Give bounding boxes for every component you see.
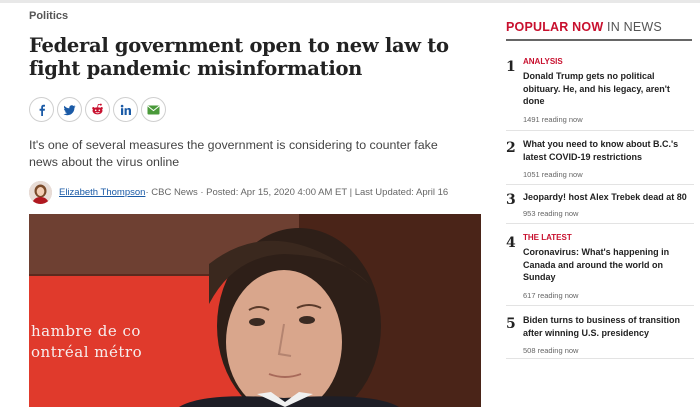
popular-item-headline[interactable]: Jeopardy! host Alex Trebek dead at 80 [523,191,691,204]
sidebar-title: POPULAR NOW IN NEWS [506,20,692,34]
hero-sign-text-1: hambre de co [31,322,141,340]
share-bar [29,97,166,122]
popular-item-count: 1491 reading now [523,114,583,124]
popular-item-divider [506,358,694,359]
sidebar-title-main: POPULAR NOW [506,20,604,34]
popular-item-number: 4 [506,235,516,251]
popular-item-headline[interactable]: Biden turns to business of transition af… [523,314,691,339]
byline: Elizabeth Thompson · CBC News · Posted: … [29,180,448,204]
linkedin-icon [120,104,132,116]
linkedin-share-button[interactable] [113,97,138,122]
facebook-icon [36,104,48,116]
sidebar-title-sub: IN NEWS [603,20,662,34]
popular-item-headline[interactable]: Coronavirus: What's happening in Canada … [523,246,691,284]
popular-item-count: 508 reading now [523,346,579,355]
article-summary: It's one of several measures the governm… [29,138,438,169]
popular-item-number: 3 [506,192,516,208]
popular-item-number: 2 [506,140,516,156]
popular-item-divider [506,305,694,306]
popular-item-divider [506,184,694,185]
facebook-share-button[interactable] [29,97,54,122]
reddit-icon [91,103,104,116]
hero-sign-text-2: ontréal métro [31,343,143,361]
popular-item-number: 5 [506,316,516,332]
popular-item-number: 1 [506,59,516,75]
author-link[interactable]: Elizabeth Thompson [59,187,145,198]
article-headline: Federal government open to new law to fi… [29,34,449,80]
popular-item-count: 953 reading now [523,208,579,218]
hero-image: hambre de co ontréal métro [29,214,481,407]
popular-item-count: 1051 reading now [523,170,583,179]
top-border [0,0,700,3]
category-link[interactable]: Politics [29,10,68,22]
popular-item-divider [506,130,694,131]
twitter-share-button[interactable] [57,97,82,122]
popular-item-count: 617 reading now [523,290,579,300]
popular-now-sidebar: POPULAR NOW IN NEWS 1 ANALYSIS Donald Tr… [506,20,694,359]
email-share-button[interactable] [141,97,166,122]
author-avatar[interactable] [29,180,52,204]
popular-item-headline[interactable]: Donald Trump gets no political obituary.… [523,70,691,108]
popular-item-headline[interactable]: What you need to know about B.C.'s lates… [523,138,691,163]
reddit-share-button[interactable] [85,97,110,122]
email-icon [147,105,160,115]
twitter-icon [63,104,76,116]
popular-item-divider [506,223,694,224]
sidebar-title-rule [506,39,692,41]
popular-item-label: ANALYSIS [523,57,563,66]
byline-meta: · CBC News · Posted: Apr 15, 2020 4:00 A… [145,186,449,198]
popular-item-label: THE LATEST [523,233,572,242]
